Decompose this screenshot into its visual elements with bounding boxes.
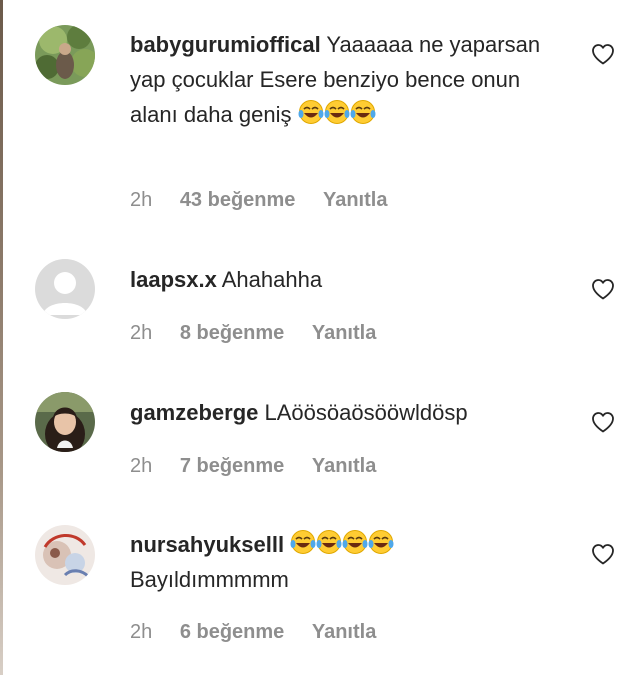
- tears-of-joy-emoji-icon: [350, 100, 376, 124]
- reply-button[interactable]: Yanıtla: [312, 621, 376, 643]
- emoji-group: [290, 530, 394, 557]
- comment-username[interactable]: babygurumioffical: [130, 32, 321, 57]
- tears-of-joy-emoji-icon: [342, 530, 368, 554]
- likes-count[interactable]: 7 beğenme: [180, 455, 284, 477]
- comment-text: Bayıldımmmmm: [130, 567, 289, 592]
- avatar[interactable]: [35, 25, 95, 85]
- comment-username[interactable]: nursahyukselll: [130, 532, 284, 557]
- comment-meta: 2h 8 beğenme Yanıtla: [130, 322, 398, 345]
- comment-body: babygurumioffical Yaaaaaa ne yaparsan ya…: [130, 27, 570, 132]
- reply-button[interactable]: Yanıtla: [312, 455, 376, 477]
- tears-of-joy-emoji-icon: [298, 100, 324, 124]
- comment-meta: 2h 43 beğenme Yanıtla: [130, 189, 409, 212]
- comment-text: LAöösöaösööwldösp: [264, 400, 468, 425]
- comment-time: 2h: [130, 189, 153, 211]
- like-heart-icon[interactable]: [591, 43, 615, 65]
- comment-text: Ahahahha: [221, 267, 323, 292]
- likes-count[interactable]: 6 beğenme: [180, 621, 284, 643]
- avatar[interactable]: [35, 525, 95, 585]
- comment-body: nursahyukselll Bayıldımmmmm: [130, 527, 570, 597]
- comment-time: 2h: [130, 322, 153, 344]
- tears-of-joy-emoji-icon: [324, 100, 350, 124]
- emoji-group: [298, 100, 376, 127]
- comment-body: laapsx.x Ahahahha: [130, 262, 570, 297]
- comment-meta: 2h 7 beğenme Yanıtla: [130, 455, 398, 478]
- avatar[interactable]: [35, 259, 95, 319]
- comment-username[interactable]: gamzeberge: [130, 400, 258, 425]
- like-heart-icon[interactable]: [591, 543, 615, 565]
- reply-button[interactable]: Yanıtla: [312, 322, 376, 344]
- avatar[interactable]: [35, 392, 95, 452]
- like-heart-icon[interactable]: [591, 278, 615, 300]
- comments-panel: babygurumioffical Yaaaaaa ne yaparsan ya…: [0, 0, 635, 675]
- tears-of-joy-emoji-icon: [290, 530, 316, 554]
- comment-body: gamzeberge LAöösöaösööwldösp: [130, 395, 570, 430]
- comment-meta: 2h 6 beğenme Yanıtla: [130, 621, 398, 644]
- likes-count[interactable]: 8 beğenme: [180, 322, 284, 344]
- comment-time: 2h: [130, 621, 153, 643]
- comment-username[interactable]: laapsx.x: [130, 267, 217, 292]
- tears-of-joy-emoji-icon: [368, 530, 394, 554]
- comment-time: 2h: [130, 455, 153, 477]
- tears-of-joy-emoji-icon: [316, 530, 342, 554]
- likes-count[interactable]: 43 beğenme: [180, 189, 296, 211]
- left-edge-image-strip: [0, 0, 3, 675]
- like-heart-icon[interactable]: [591, 411, 615, 433]
- reply-button[interactable]: Yanıtla: [323, 189, 387, 211]
